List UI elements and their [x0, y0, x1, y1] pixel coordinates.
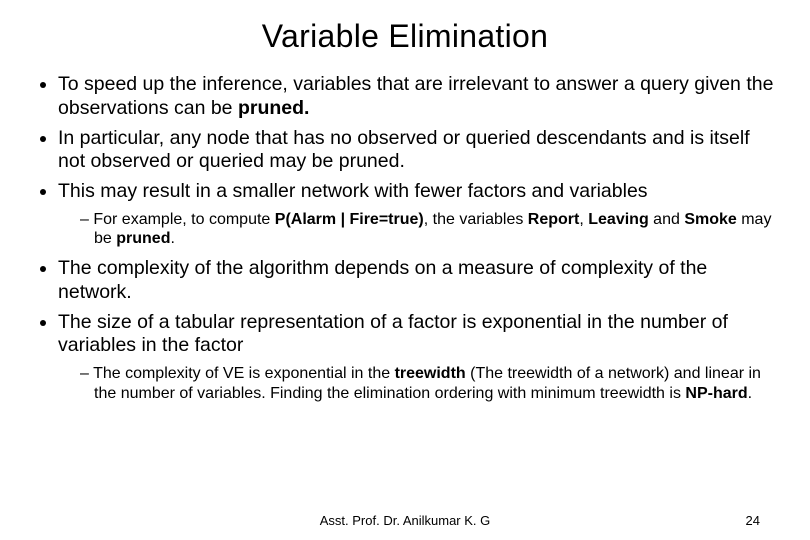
bullet-5: The size of a tabular representation of … — [58, 311, 782, 404]
bullet-1: To speed up the inference, variables tha… — [58, 73, 782, 121]
sub-bullet-1: For example, to compute P(Alarm | Fire=t… — [80, 210, 782, 249]
footer-page-number: 24 — [746, 513, 760, 528]
bullet-5-text: The size of a tabular representation of … — [58, 311, 728, 357]
s1h: Smoke — [684, 211, 736, 228]
bullet-list: To speed up the inference, variables tha… — [28, 73, 782, 403]
s1b: P(Alarm | Fire=true) — [275, 211, 424, 228]
sub-bullet-2: The complexity of VE is exponential in t… — [80, 364, 782, 403]
s2b: treewidth — [395, 365, 466, 382]
s1d: Report — [528, 211, 580, 228]
slide: Variable Elimination To speed up the inf… — [0, 0, 810, 540]
s1j: pruned — [116, 230, 170, 247]
bullet-2: In particular, any node that has no obse… — [58, 127, 782, 175]
bullet-4: The complexity of the algorithm depends … — [58, 257, 782, 305]
s1c: , the variables — [424, 211, 528, 228]
bullet-1-text-b: pruned. — [238, 97, 310, 119]
s2e: . — [748, 385, 752, 402]
s2d: NP-hard — [685, 385, 747, 402]
bullet-1-text-a: To speed up the inference, variables tha… — [58, 73, 773, 119]
slide-title: Variable Elimination — [28, 18, 782, 55]
sub-list-1: For example, to compute P(Alarm | Fire=t… — [58, 210, 782, 249]
bullet-3: This may result in a smaller network wit… — [58, 180, 782, 249]
sub-list-2: The complexity of VE is exponential in t… — [58, 364, 782, 403]
footer-author: Asst. Prof. Dr. Anilkumar K. G — [320, 513, 491, 528]
s1f: Leaving — [588, 211, 648, 228]
s1a: For example, to compute — [93, 211, 274, 228]
bullet-3-text: This may result in a smaller network wit… — [58, 180, 648, 202]
s1e: , — [579, 211, 588, 228]
s1k: . — [170, 230, 174, 247]
s2a: The complexity of VE is exponential in t… — [93, 365, 395, 382]
s1g: and — [649, 211, 685, 228]
